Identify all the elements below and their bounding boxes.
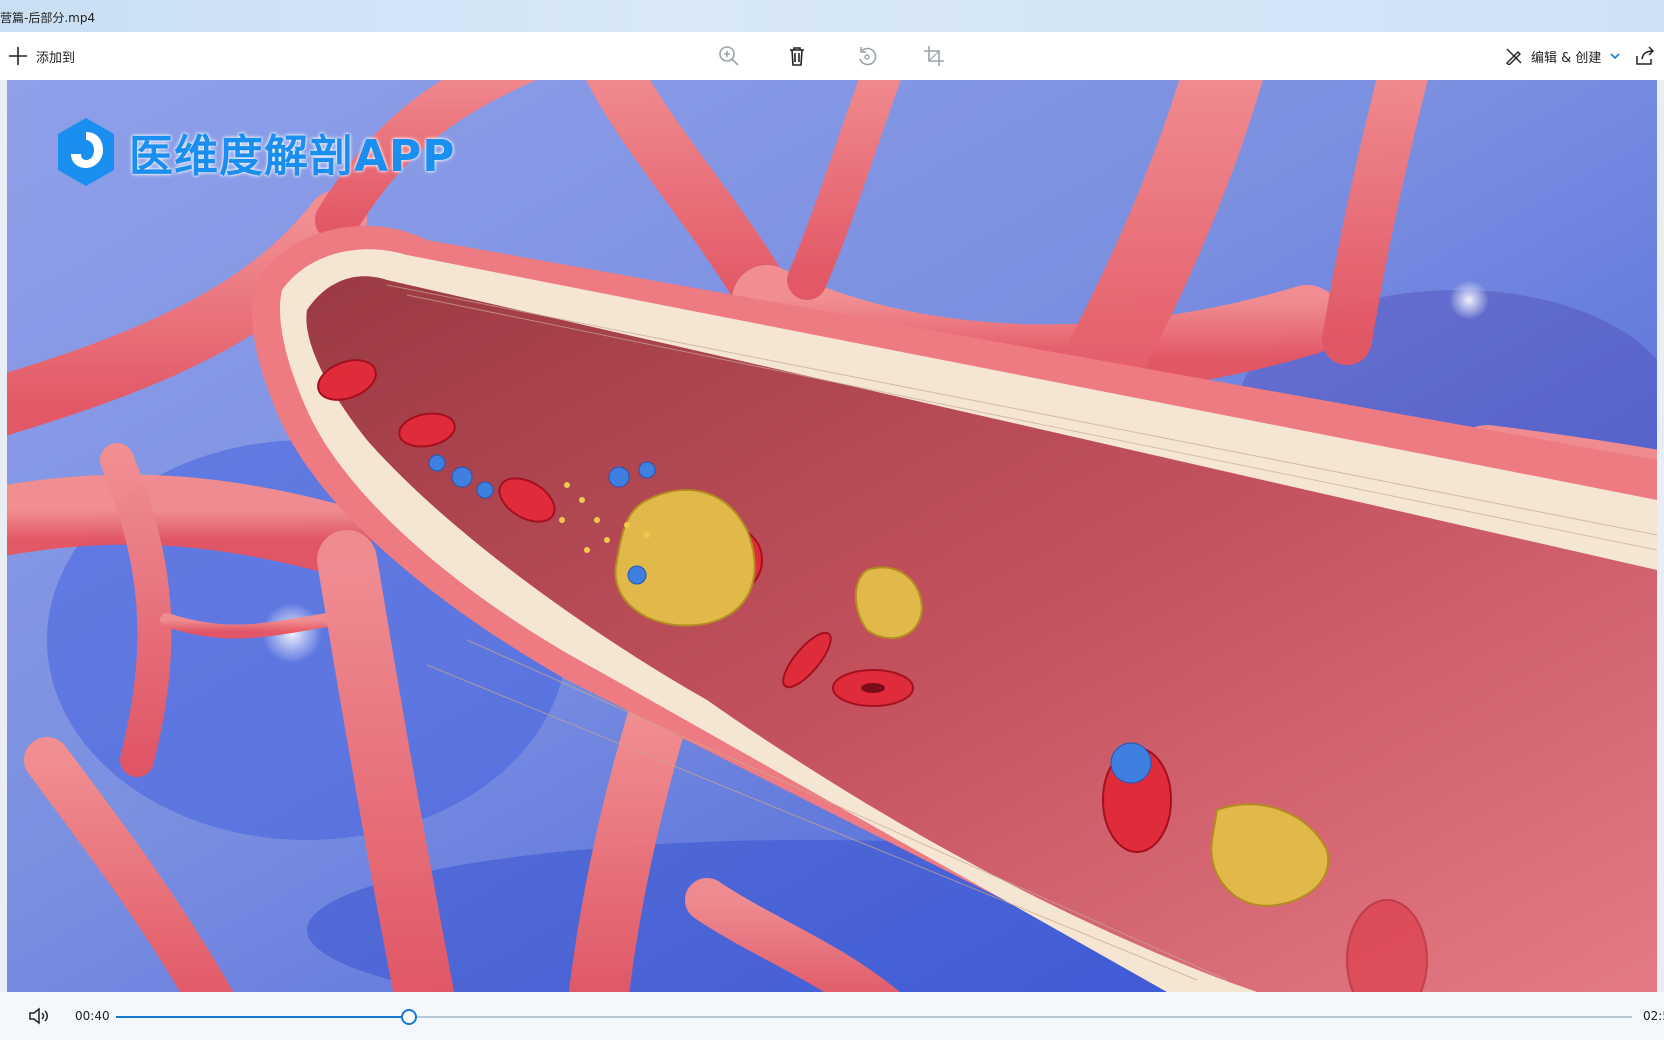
video-frame[interactable]: 医维度解剖APP <box>7 80 1657 992</box>
watermark: 医维度解剖APP <box>55 116 456 188</box>
total-time: 02:5 <box>1643 1009 1664 1023</box>
video-scene <box>7 80 1657 992</box>
edit-create-button[interactable]: 编辑 & 创建 <box>1505 32 1621 80</box>
zoom-icon[interactable] <box>717 44 741 68</box>
title-bar: 营篇-后部分.mp4 <box>0 0 1664 32</box>
toolbar: 添加到 编辑 & 创建 <box>0 32 1664 80</box>
add-to-button[interactable]: 添加到 <box>8 32 75 80</box>
chevron-down-icon <box>1610 53 1620 60</box>
seek-bar[interactable] <box>116 1009 1632 1025</box>
window-title: 营篇-后部分.mp4 <box>0 11 96 25</box>
trash-icon[interactable] <box>785 44 809 68</box>
rotate-icon[interactable] <box>855 44 879 68</box>
share-icon[interactable] <box>1633 44 1657 68</box>
plus-icon <box>9 47 27 65</box>
watermark-text: 医维度解剖APP <box>129 131 456 182</box>
edit-create-icon <box>1506 48 1522 65</box>
volume-icon[interactable] <box>28 1006 52 1026</box>
edit-create-label: 编辑 & 创建 <box>1531 50 1602 66</box>
crop-icon[interactable] <box>922 44 946 68</box>
add-to-label: 添加到 <box>36 50 76 66</box>
seek-thumb[interactable] <box>400 1009 417 1025</box>
current-time: 00:40 <box>75 1009 110 1023</box>
seek-bar-progress <box>116 1016 409 1018</box>
watermark-logo-icon <box>58 118 114 186</box>
